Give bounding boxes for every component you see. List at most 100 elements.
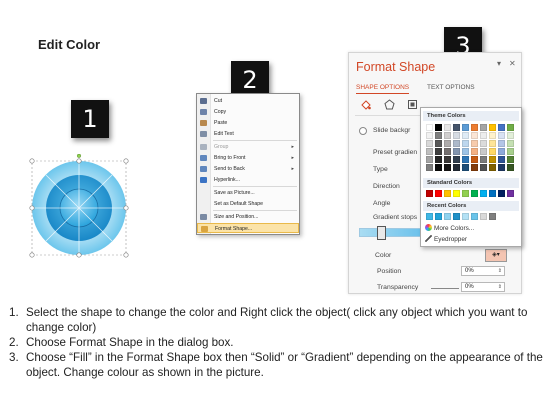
standard-color-swatch[interactable] xyxy=(462,190,469,197)
context-menu-item[interactable]: Hyperlink... xyxy=(197,175,299,185)
theme-color-swatch[interactable] xyxy=(444,164,451,171)
eyedropper-item[interactable]: Eyedropper xyxy=(425,235,467,243)
theme-color-swatch[interactable] xyxy=(498,164,505,171)
pane-options-chevron-icon[interactable]: ▾ xyxy=(497,59,501,68)
theme-color-swatch[interactable] xyxy=(498,132,505,139)
context-menu-item[interactable]: Copy xyxy=(197,107,299,117)
context-menu-item[interactable]: Size and Position... xyxy=(197,212,299,222)
theme-color-swatch[interactable] xyxy=(471,164,478,171)
theme-color-swatch[interactable] xyxy=(462,140,469,147)
theme-color-swatch[interactable] xyxy=(462,156,469,163)
theme-color-swatch[interactable] xyxy=(471,140,478,147)
transparency-slider[interactable] xyxy=(431,288,459,289)
theme-color-swatch[interactable] xyxy=(444,124,451,131)
theme-color-swatch[interactable] xyxy=(498,156,505,163)
transparency-spinner[interactable]: 0% ⇕ xyxy=(461,282,505,292)
theme-color-swatch[interactable] xyxy=(426,164,433,171)
tab-text-options[interactable]: TEXT OPTIONS xyxy=(427,84,475,91)
standard-color-swatch[interactable] xyxy=(498,190,505,197)
fill-line-icon[interactable] xyxy=(360,99,371,110)
theme-color-swatch[interactable] xyxy=(435,164,442,171)
context-menu-item[interactable]: Bring to Front ▸ xyxy=(197,153,299,163)
standard-color-swatch[interactable] xyxy=(444,190,451,197)
theme-color-swatch[interactable] xyxy=(426,124,433,131)
effects-icon[interactable] xyxy=(384,99,395,110)
recent-color-swatch[interactable] xyxy=(426,213,433,220)
theme-color-swatch[interactable] xyxy=(444,140,451,147)
recent-color-swatch[interactable] xyxy=(453,213,460,220)
standard-color-swatch[interactable] xyxy=(426,190,433,197)
theme-color-swatch[interactable] xyxy=(453,148,460,155)
theme-color-swatch[interactable] xyxy=(480,140,487,147)
theme-color-swatch[interactable] xyxy=(453,156,460,163)
context-menu-item[interactable]: Send to Back ▸ xyxy=(197,164,299,174)
theme-color-swatch[interactable] xyxy=(489,140,496,147)
theme-color-swatch[interactable] xyxy=(462,148,469,155)
gradient-stop-handle[interactable] xyxy=(377,226,386,240)
close-icon[interactable]: ✕ xyxy=(509,59,516,68)
theme-color-swatch[interactable] xyxy=(462,164,469,171)
theme-color-swatch[interactable] xyxy=(444,148,451,155)
theme-color-swatch[interactable] xyxy=(462,124,469,131)
slide-background-fill-radio[interactable] xyxy=(359,127,367,135)
theme-color-swatch[interactable] xyxy=(489,156,496,163)
theme-color-swatch[interactable] xyxy=(435,140,442,147)
theme-color-swatch[interactable] xyxy=(435,148,442,155)
theme-color-swatch[interactable] xyxy=(435,124,442,131)
theme-color-swatch[interactable] xyxy=(507,124,514,131)
context-menu-item[interactable]: Save as Picture... xyxy=(197,188,299,198)
recent-color-swatch[interactable] xyxy=(435,213,442,220)
size-properties-icon[interactable] xyxy=(407,99,418,110)
context-menu-item[interactable]: Cut xyxy=(197,96,299,106)
theme-color-swatch[interactable] xyxy=(444,156,451,163)
theme-color-swatch[interactable] xyxy=(462,132,469,139)
context-menu-item[interactable]: Format Shape... xyxy=(197,223,299,233)
theme-color-swatch[interactable] xyxy=(453,164,460,171)
tab-shape-options[interactable]: SHAPE OPTIONS xyxy=(356,84,410,94)
context-menu-item[interactable]: Paste xyxy=(197,118,299,128)
gradient-stops-bar[interactable] xyxy=(359,228,425,237)
theme-color-swatch[interactable] xyxy=(489,148,496,155)
standard-color-swatch[interactable] xyxy=(435,190,442,197)
theme-color-swatch[interactable] xyxy=(426,156,433,163)
theme-color-swatch[interactable] xyxy=(498,124,505,131)
theme-color-swatch[interactable] xyxy=(453,132,460,139)
theme-color-swatch[interactable] xyxy=(489,132,496,139)
theme-color-swatch[interactable] xyxy=(435,156,442,163)
theme-color-swatch[interactable] xyxy=(498,140,505,147)
theme-color-swatch[interactable] xyxy=(453,140,460,147)
context-menu-item[interactable]: Group ▸ xyxy=(197,142,299,152)
recent-color-swatch[interactable] xyxy=(489,213,496,220)
theme-color-swatch[interactable] xyxy=(507,164,514,171)
theme-color-swatch[interactable] xyxy=(480,132,487,139)
theme-color-swatch[interactable] xyxy=(471,124,478,131)
theme-color-swatch[interactable] xyxy=(489,124,496,131)
standard-color-swatch[interactable] xyxy=(480,190,487,197)
recent-color-swatch[interactable] xyxy=(471,213,478,220)
standard-color-swatch[interactable] xyxy=(453,190,460,197)
theme-color-swatch[interactable] xyxy=(435,132,442,139)
more-colors-item[interactable]: More Colors... xyxy=(425,224,474,232)
context-menu-item[interactable]: Set as Default Shape xyxy=(197,199,299,209)
theme-color-swatch[interactable] xyxy=(480,156,487,163)
theme-color-swatch[interactable] xyxy=(480,164,487,171)
recent-color-swatch[interactable] xyxy=(462,213,469,220)
recent-color-swatch[interactable] xyxy=(480,213,487,220)
theme-color-swatch[interactable] xyxy=(489,164,496,171)
fill-color-button[interactable]: ◈▾ xyxy=(485,249,507,262)
theme-color-swatch[interactable] xyxy=(471,156,478,163)
theme-color-swatch[interactable] xyxy=(498,148,505,155)
theme-color-swatch[interactable] xyxy=(426,148,433,155)
theme-color-swatch[interactable] xyxy=(453,124,460,131)
theme-color-swatch[interactable] xyxy=(507,156,514,163)
context-menu-item[interactable]: Edit Text xyxy=(197,129,299,139)
theme-color-swatch[interactable] xyxy=(426,140,433,147)
position-spinner[interactable]: 0% ⇕ xyxy=(461,266,505,276)
theme-color-swatch[interactable] xyxy=(444,132,451,139)
theme-color-swatch[interactable] xyxy=(471,132,478,139)
theme-color-swatch[interactable] xyxy=(507,140,514,147)
theme-color-swatch[interactable] xyxy=(507,132,514,139)
selected-circle-shape[interactable] xyxy=(24,153,134,264)
recent-color-swatch[interactable] xyxy=(444,213,451,220)
standard-color-swatch[interactable] xyxy=(489,190,496,197)
